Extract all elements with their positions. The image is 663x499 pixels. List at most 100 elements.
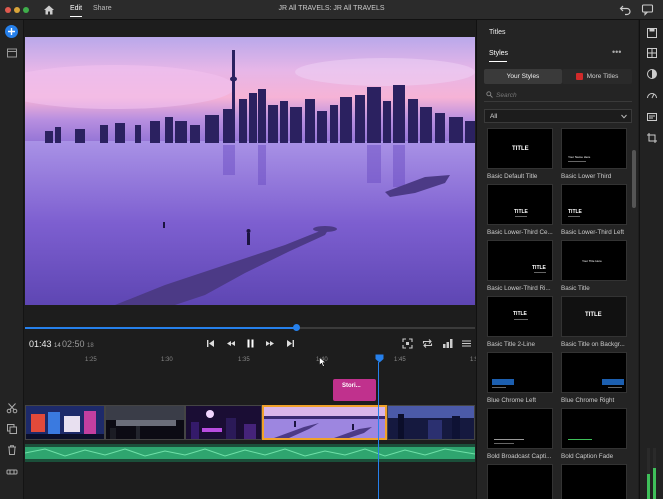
template-label: Blue Chrome Right — [561, 397, 615, 404]
chevron-down-icon — [621, 114, 627, 119]
ruler-label: 1:35 — [238, 357, 250, 363]
speed-icon[interactable] — [646, 89, 658, 101]
save-icon[interactable] — [646, 27, 658, 39]
thumb-text: Your Title Here — [582, 259, 602, 263]
resolution-icon[interactable] — [441, 337, 454, 350]
thumb-subline — [568, 439, 592, 440]
template-thumbnail — [561, 464, 627, 499]
current-time-value: 01:43 — [29, 339, 52, 349]
video-frame — [25, 37, 475, 305]
search-icon — [486, 91, 493, 98]
comment-icon[interactable] — [641, 3, 654, 16]
go-to-start-icon[interactable] — [204, 337, 217, 350]
title-clip-label: Stori... — [342, 383, 361, 389]
tab-styles[interactable]: Styles — [489, 50, 508, 57]
project-assets-icon[interactable] — [6, 47, 18, 59]
template-label: Basic Lower-Third Left — [561, 229, 624, 236]
audio-track[interactable] — [24, 444, 476, 462]
zoom-window-button[interactable] — [23, 7, 29, 13]
timeline-ruler[interactable]: 1:25 1:30 1:35 1:40 1:45 1:50 — [25, 353, 482, 373]
ruler-label: 1:45 — [394, 357, 406, 363]
right-toolbar — [639, 20, 663, 499]
ruler-label: 1:25 — [85, 357, 97, 363]
loop-icon[interactable] — [421, 337, 434, 350]
thumb-text: TITLE — [532, 265, 546, 271]
thumb-text: TITLE — [512, 146, 529, 152]
your-styles-button[interactable]: Your Styles — [484, 69, 562, 84]
clip-thumbnail — [106, 406, 184, 439]
trash-icon[interactable] — [6, 444, 18, 456]
template-thumbnail — [487, 352, 553, 393]
tab-edit[interactable]: Edit — [70, 5, 83, 17]
more-titles-label: More Titles — [586, 73, 619, 80]
template-thumbnail — [487, 408, 553, 449]
panel-heading: Titles — [489, 29, 506, 36]
scrub-handle[interactable] — [293, 324, 300, 331]
more-titles-button[interactable]: More Titles — [562, 69, 632, 84]
scrub-progress — [25, 327, 295, 329]
video-clip[interactable] — [105, 405, 185, 440]
filter-dropdown[interactable]: All — [484, 109, 632, 123]
template-thumbnail: TITLE — [487, 184, 553, 225]
step-back-icon[interactable] — [224, 337, 237, 350]
ruler-label: 1:30 — [161, 357, 173, 363]
template-thumbnail: TITLE — [487, 296, 553, 337]
video-clip[interactable] — [185, 405, 262, 440]
thumb-subline — [608, 387, 622, 388]
thumb-band — [492, 379, 514, 385]
template-label: Bold Caption Fade — [561, 453, 614, 460]
title-clip[interactable]: Stori... — [333, 379, 376, 401]
scrub-bar[interactable] — [25, 327, 475, 329]
home-icon[interactable] — [43, 4, 55, 16]
video-clip-selected[interactable] — [262, 405, 387, 440]
clip-thumbnail — [264, 407, 385, 438]
color-icon[interactable] — [646, 68, 658, 80]
template-thumbnail — [487, 464, 553, 499]
program-monitor[interactable] — [25, 37, 475, 305]
thumb-band — [602, 379, 624, 385]
template-label: Basic Title on Backgr... — [561, 341, 625, 348]
add-media-button[interactable] — [5, 25, 18, 38]
duration-value: 02:50 — [62, 339, 85, 349]
title-bar: Edit Share JR All TRAVELS: JR All TRAVEL… — [0, 0, 663, 20]
active-tab-indicator — [489, 61, 507, 62]
thumb-subline — [494, 443, 514, 444]
template-thumbnail: TITLE — [487, 240, 553, 281]
timeline-settings-icon[interactable] — [6, 466, 18, 478]
adobe-stock-icon — [575, 73, 583, 80]
template-thumbnail: TITLE — [561, 184, 627, 225]
playhead-line — [378, 362, 379, 499]
pause-icon[interactable] — [244, 337, 257, 350]
thumb-subline — [568, 216, 580, 217]
template-thumbnail — [561, 408, 627, 449]
app-window: Edit Share JR All TRAVELS: JR All TRAVEL… — [0, 0, 663, 499]
thumb-subline — [492, 387, 506, 388]
playhead-handle[interactable] — [375, 354, 384, 363]
scissors-icon[interactable] — [6, 402, 18, 414]
minimize-window-button[interactable] — [14, 7, 20, 13]
undo-icon[interactable] — [619, 3, 632, 16]
template-thumbnail: TITLE — [487, 128, 553, 169]
audio-meter-left — [647, 448, 650, 499]
audio-level-left — [647, 473, 650, 499]
go-to-end-icon[interactable] — [284, 337, 297, 350]
close-window-button[interactable] — [5, 7, 11, 13]
thumb-text: TITLE — [585, 312, 602, 318]
video-clip[interactable] — [387, 405, 475, 440]
captions-icon[interactable] — [646, 111, 658, 123]
more-options-button[interactable]: ••• — [612, 47, 621, 57]
export-icon[interactable] — [646, 47, 658, 59]
copy-icon[interactable] — [6, 423, 18, 435]
menu-icon[interactable] — [460, 337, 473, 350]
duration-timecode: 02:50 18 — [62, 339, 94, 349]
template-thumbnail: Your Name Here — [561, 128, 627, 169]
thumb-subline — [494, 439, 524, 440]
fit-icon[interactable] — [401, 337, 414, 350]
crop-icon[interactable] — [646, 132, 658, 144]
thumb-text: TITLE — [513, 311, 527, 317]
tab-share[interactable]: Share — [93, 5, 112, 12]
search-input[interactable] — [496, 89, 626, 101]
video-clip[interactable] — [25, 405, 105, 440]
step-forward-icon[interactable] — [264, 337, 277, 350]
template-label: Basic Default Title — [487, 173, 538, 180]
